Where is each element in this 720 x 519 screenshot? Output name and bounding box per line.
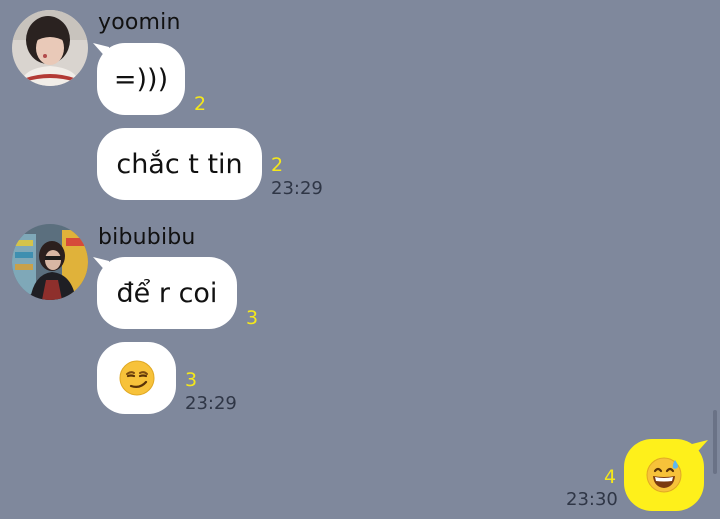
- message-bubble[interactable]: [97, 342, 176, 414]
- message-timestamp: 23:30: [566, 489, 618, 510]
- unread-count: 2: [271, 154, 284, 176]
- grinning-face-with-sweat-icon: [646, 457, 682, 493]
- unread-count: 4: [604, 466, 617, 488]
- profile-photo-icon: [12, 10, 88, 86]
- message-timestamp: 23:29: [185, 393, 237, 414]
- message-bubble[interactable]: [624, 439, 704, 511]
- message-bubble[interactable]: chắc t tin: [97, 128, 262, 200]
- sender-name-bibubibu: bibubibu: [98, 225, 196, 250]
- scrollbar-thumb[interactable]: [713, 410, 717, 474]
- chat-conversation[interactable]: yoomin =))) 2 chắc t tin 2 23:29 bibubib…: [0, 0, 720, 519]
- smirking-face-icon: [119, 360, 154, 396]
- avatar-yoomin[interactable]: [12, 10, 88, 86]
- message-bubble[interactable]: =))): [97, 43, 185, 115]
- unread-count: 3: [246, 307, 259, 329]
- message-text: =))): [113, 63, 169, 95]
- sender-name-yoomin: yoomin: [98, 10, 181, 35]
- message-text: để r coi: [116, 277, 218, 309]
- avatar-bibubibu[interactable]: [12, 224, 88, 300]
- unread-count: 2: [194, 93, 207, 115]
- message-text: chắc t tin: [116, 148, 243, 180]
- message-bubble[interactable]: để r coi: [97, 257, 237, 329]
- message-timestamp: 23:29: [271, 178, 323, 199]
- profile-photo-icon: [12, 224, 88, 300]
- unread-count: 3: [185, 369, 198, 391]
